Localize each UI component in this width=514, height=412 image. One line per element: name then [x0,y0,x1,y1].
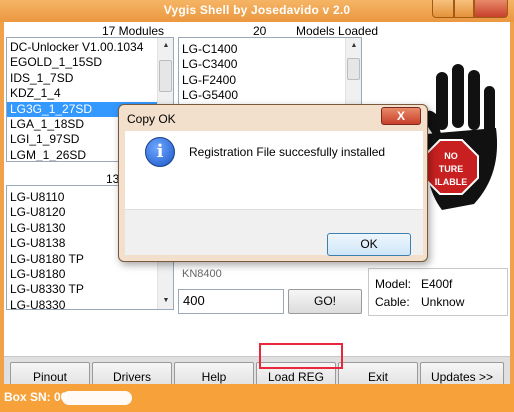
highlight-annotation [259,343,343,369]
model-list-item[interactable]: LG-G5400 [179,88,361,103]
window-controls [432,0,508,18]
dialog-close-button[interactable]: X [381,107,421,125]
module-list-item[interactable]: EGOLD_1_15SD [7,55,173,70]
module-list-item[interactable]: DC-Unlocker V1.00.1034 [7,40,173,55]
title-bar[interactable]: Vygis Shell by Josedavido v 2.0 [0,0,514,22]
device-info-box: Model: E400f Cable: Unknow [368,268,508,316]
models-list[interactable]: LG-C1400 LG-C3400 LG-F2400 LG-G5400 ▲ [178,37,362,105]
dialog-ok-button[interactable]: OK [327,233,411,256]
stop-text-line-3: ILABLE [435,177,468,187]
status-bar: Box SN: 00 [0,384,514,412]
device-list-item[interactable]: LG-U8180 [7,267,173,282]
model-label: Model: [375,277,412,291]
dialog-title: Copy OK [127,112,176,126]
modules-count-label: 17 Modules [102,24,165,38]
code-input[interactable]: 400 [178,289,284,314]
scroll-thumb[interactable] [347,58,360,80]
stop-text-line-2: TURE [439,164,464,174]
cable-value: Unknow [421,295,465,309]
module-list-item[interactable]: IDS_1_7SD [7,71,173,86]
info-icon: i [145,137,175,167]
copy-ok-dialog: Copy OK X i Registration File succesfull… [118,104,428,262]
box-sn-label: Box SN: 00 [4,390,68,404]
cable-label: Cable: [375,295,410,309]
scroll-up-arrow[interactable]: ▲ [346,38,361,54]
scroll-down-arrow[interactable]: ▼ [158,293,173,309]
device-list-item[interactable]: LG-U8330 TP [7,282,173,297]
model-list-item[interactable]: LG-C3400 [179,57,361,72]
maximize-button[interactable] [454,0,474,18]
models-count: 20 [253,24,267,38]
scroll-thumb[interactable] [159,60,172,92]
model-list-item[interactable]: LG-F2400 [179,73,361,88]
minimize-button[interactable] [432,0,454,18]
model-value: E400f [421,277,453,291]
model-list-item[interactable]: LG-C1400 [179,42,361,57]
scroll-up-arrow[interactable]: ▲ [158,38,173,54]
go-button[interactable]: GO! [288,289,362,314]
module-list-item[interactable]: KDZ_1_4 [7,86,173,101]
close-window-button[interactable] [474,0,508,18]
redacted-serial [62,391,132,405]
dialog-message: Registration File succesfully installed [189,145,386,159]
partial-code-text: KN8400 [182,268,222,280]
models-loaded-label: Models Loaded [296,24,379,38]
stop-text-line-1: NO [444,151,458,161]
device-list-item[interactable]: LG-U8330 [7,298,173,309]
models-scrollbar[interactable]: ▲ [345,38,361,104]
app-window: Vygis Shell by Josedavido v 2.0 17 Modul… [0,0,514,412]
